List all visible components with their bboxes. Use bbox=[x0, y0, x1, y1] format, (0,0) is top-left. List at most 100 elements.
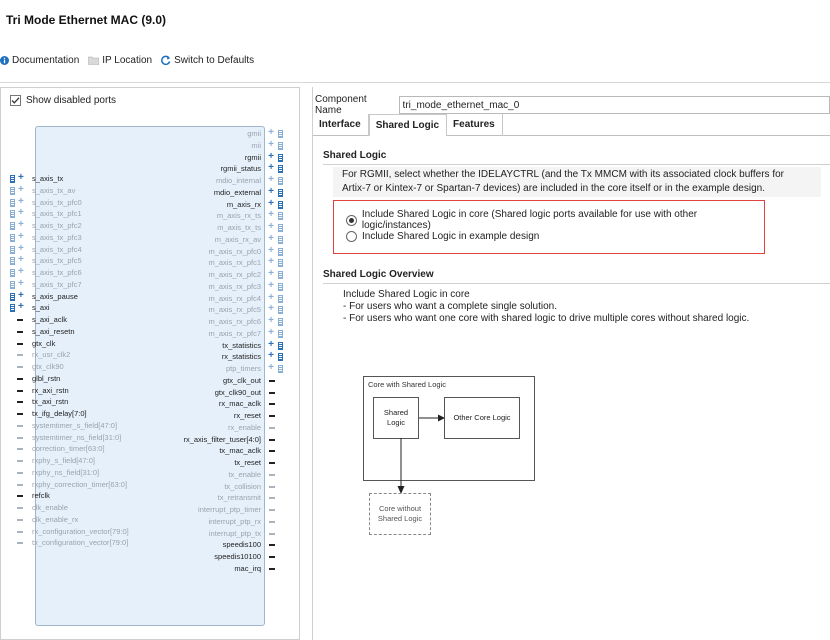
radio-in-core[interactable] bbox=[346, 214, 357, 226]
switch-defaults-link[interactable]: Switch to Defaults bbox=[161, 55, 254, 66]
port-left-tx-ifg-delay[interactable]: tx_ifg_delay[7:0] bbox=[17, 409, 87, 419]
port-right-rx-statistics[interactable]: rx_statistics + bbox=[222, 351, 283, 362]
port-right-rx-enable[interactable]: rx_enable bbox=[228, 423, 275, 433]
expand-plus-icon[interactable]: + bbox=[18, 184, 24, 195]
port-right-rx-reset[interactable]: rx_reset bbox=[234, 411, 275, 421]
port-left-s-axis-tx-pfc6[interactable]: + s_axis_tx_pfc6 bbox=[10, 267, 82, 278]
port-right-m-axis-rx-pfc5[interactable]: m_axis_rx_pfc5 + bbox=[208, 304, 283, 315]
port-left-s-axis-tx-pfc0[interactable]: + s_axis_tx_pfc0 bbox=[10, 196, 82, 208]
port-left-s-axis-tx-av[interactable]: + s_axis_tx_av bbox=[10, 184, 75, 196]
port-left-gtx-clk[interactable]: gtx_clk bbox=[17, 339, 55, 349]
expand-plus-icon[interactable]: + bbox=[268, 186, 274, 197]
port-right-tx-enable[interactable]: tx_enable bbox=[228, 470, 275, 480]
expand-plus-icon[interactable]: + bbox=[18, 290, 24, 301]
documentation-link[interactable]: Documentation bbox=[0, 55, 79, 66]
port-left-s-axis-pause[interactable]: + s_axis_pause bbox=[10, 290, 78, 302]
port-left-s-axis-tx-pfc4[interactable]: + s_axis_tx_pfc4 bbox=[10, 243, 82, 255]
port-right-m-axis-rx-pfc6[interactable]: m_axis_rx_pfc6 + bbox=[208, 316, 283, 327]
port-right-rx-axis-filter-tuser[interactable]: rx_axis_filter_tuser[4:0] bbox=[183, 435, 275, 445]
radio-in-example[interactable] bbox=[346, 231, 357, 242]
expand-plus-icon[interactable]: + bbox=[268, 163, 274, 173]
port-left-rxphy-correction-timer[interactable]: rxphy_correction_timer[63:0] bbox=[17, 480, 127, 490]
port-right-m-axis-rx-pfc2[interactable]: m_axis_rx_pfc2 + bbox=[208, 269, 283, 280]
expand-plus-icon[interactable]: + bbox=[268, 128, 274, 138]
port-right-speedis10100[interactable]: speedis10100 bbox=[214, 552, 275, 562]
port-right-speedis100[interactable]: speedis100 bbox=[223, 540, 275, 550]
expand-plus-icon[interactable]: + bbox=[268, 351, 274, 361]
expand-plus-icon[interactable]: + bbox=[18, 278, 24, 289]
port-left-glbl-rstn[interactable]: glbl_rstn bbox=[17, 374, 60, 384]
expand-plus-icon[interactable]: + bbox=[268, 175, 274, 185]
port-right-tx-reset[interactable]: tx_reset bbox=[234, 458, 275, 468]
port-right-ptp-timers[interactable]: ptp_timers + bbox=[226, 363, 283, 374]
port-right-rgmii[interactable]: rgmii + bbox=[245, 151, 283, 163]
port-left-s-axis-tx-pfc1[interactable]: + s_axis_tx_pfc1 bbox=[10, 208, 82, 219]
port-left-correction-timer[interactable]: correction_timer[63:0] bbox=[17, 444, 105, 454]
port-right-interrupt-ptp-rx[interactable]: interrupt_ptp_rx bbox=[208, 517, 275, 527]
port-right-mdio-internal[interactable]: mdio_internal + bbox=[216, 175, 283, 186]
expand-plus-icon[interactable]: + bbox=[268, 280, 274, 291]
port-right-rgmii-status[interactable]: rgmii_status + bbox=[221, 163, 283, 174]
port-left-s-axis-tx-pfc7[interactable]: + s_axis_tx_pfc7 bbox=[10, 278, 82, 290]
expand-plus-icon[interactable]: + bbox=[18, 243, 24, 254]
expand-plus-icon[interactable]: + bbox=[268, 316, 274, 326]
expand-plus-icon[interactable]: + bbox=[268, 245, 274, 256]
component-name-input[interactable] bbox=[398, 96, 830, 114]
port-left-rx-configuration-vector[interactable]: rx_configuration_vector[79:0] bbox=[17, 527, 129, 537]
port-right-gtx-clk90-out[interactable]: gtx_clk90_out bbox=[215, 388, 275, 398]
port-left-clk-enable-rx[interactable]: clk_enable_rx bbox=[17, 515, 78, 525]
port-right-m-axis-tx-ts[interactable]: m_axis_tx_ts + bbox=[217, 222, 283, 233]
expand-plus-icon[interactable]: + bbox=[18, 220, 24, 230]
expand-plus-icon[interactable]: + bbox=[268, 269, 274, 279]
expand-plus-icon[interactable]: + bbox=[268, 339, 274, 350]
expand-plus-icon[interactable]: + bbox=[268, 257, 274, 267]
expand-plus-icon[interactable]: + bbox=[18, 267, 24, 277]
port-right-tx-mac-aclk[interactable]: tx_mac_aclk bbox=[219, 446, 275, 456]
port-left-s-axis-tx-pfc5[interactable]: + s_axis_tx_pfc5 bbox=[10, 255, 82, 266]
port-left-tx-configuration-vector[interactable]: tx_configuration_vector[79:0] bbox=[17, 538, 128, 548]
port-left-systemtimer-ns-field[interactable]: systemtimer_ns_field[31:0] bbox=[17, 433, 121, 443]
port-right-tx-statistics[interactable]: tx_statistics + bbox=[222, 339, 283, 351]
expand-plus-icon[interactable]: + bbox=[18, 255, 24, 265]
port-left-rx-usr-clk2[interactable]: rx_usr_clk2 bbox=[17, 350, 70, 360]
expand-plus-icon[interactable]: + bbox=[268, 363, 274, 373]
port-right-m-axis-rx-pfc1[interactable]: m_axis_rx_pfc1 + bbox=[208, 257, 283, 268]
expand-plus-icon[interactable]: + bbox=[18, 208, 24, 218]
expand-plus-icon[interactable]: + bbox=[268, 222, 274, 232]
tab-shared-logic[interactable]: Shared Logic bbox=[368, 114, 448, 136]
port-left-s-axis-tx-pfc2[interactable]: + s_axis_tx_pfc2 bbox=[10, 220, 82, 231]
expand-plus-icon[interactable]: + bbox=[268, 292, 274, 303]
port-right-m-axis-rx-pfc4[interactable]: m_axis_rx_pfc4 + bbox=[208, 292, 283, 304]
port-left-s-axi-aclk[interactable]: s_axi_aclk bbox=[17, 315, 67, 325]
tab-interface[interactable]: Interface bbox=[313, 114, 369, 136]
show-disabled-checkbox[interactable] bbox=[10, 95, 21, 106]
port-right-m-axis-rx-pfc0[interactable]: m_axis_rx_pfc0 + bbox=[208, 245, 283, 257]
port-left-systemtimer-s-field[interactable]: systemtimer_s_field[47:0] bbox=[17, 421, 117, 431]
port-right-m-axis-rx-av[interactable]: m_axis_rx_av + bbox=[215, 233, 283, 245]
port-left-s-axis-tx-pfc3[interactable]: + s_axis_tx_pfc3 bbox=[10, 231, 82, 243]
option-in-example[interactable]: Include Shared Logic in example design bbox=[346, 231, 539, 242]
port-right-tx-collision[interactable]: tx_collision bbox=[224, 482, 275, 492]
expand-plus-icon[interactable]: + bbox=[268, 139, 274, 150]
port-right-gmii[interactable]: gmii + bbox=[247, 128, 283, 139]
expand-plus-icon[interactable]: + bbox=[18, 302, 24, 312]
port-right-m-axis-rx-pfc3[interactable]: m_axis_rx_pfc3 + bbox=[208, 280, 283, 292]
port-right-rx-mac-aclk[interactable]: rx_mac_aclk bbox=[219, 399, 275, 409]
port-right-interrupt-ptp-tx[interactable]: interrupt_ptp_tx bbox=[209, 529, 275, 539]
option-in-core[interactable]: Include Shared Logic in core (Shared log… bbox=[346, 209, 764, 231]
port-right-mii[interactable]: mii + bbox=[251, 139, 283, 151]
port-left-rxphy-ns-field[interactable]: rxphy_ns_field[31:0] bbox=[17, 468, 99, 478]
port-left-s-axis-tx[interactable]: + s_axis_tx bbox=[10, 173, 63, 184]
expand-plus-icon[interactable]: + bbox=[18, 196, 24, 207]
expand-plus-icon[interactable]: + bbox=[18, 231, 24, 242]
port-left-refclk[interactable]: refclk bbox=[17, 491, 50, 501]
expand-plus-icon[interactable]: + bbox=[18, 173, 24, 183]
port-right-tx-retransmit[interactable]: tx_retransmit bbox=[218, 493, 275, 503]
port-right-mac-irq[interactable]: mac_irq bbox=[234, 564, 275, 574]
expand-plus-icon[interactable]: + bbox=[268, 304, 274, 314]
port-right-m-axis-rx[interactable]: m_axis_rx + bbox=[227, 198, 283, 210]
port-left-gtx-clk90[interactable]: gtx_clk90 bbox=[17, 362, 64, 372]
tab-features[interactable]: Features bbox=[447, 114, 503, 136]
port-left-clk-enable[interactable]: clk_enable bbox=[17, 503, 68, 513]
expand-plus-icon[interactable]: + bbox=[268, 198, 274, 209]
